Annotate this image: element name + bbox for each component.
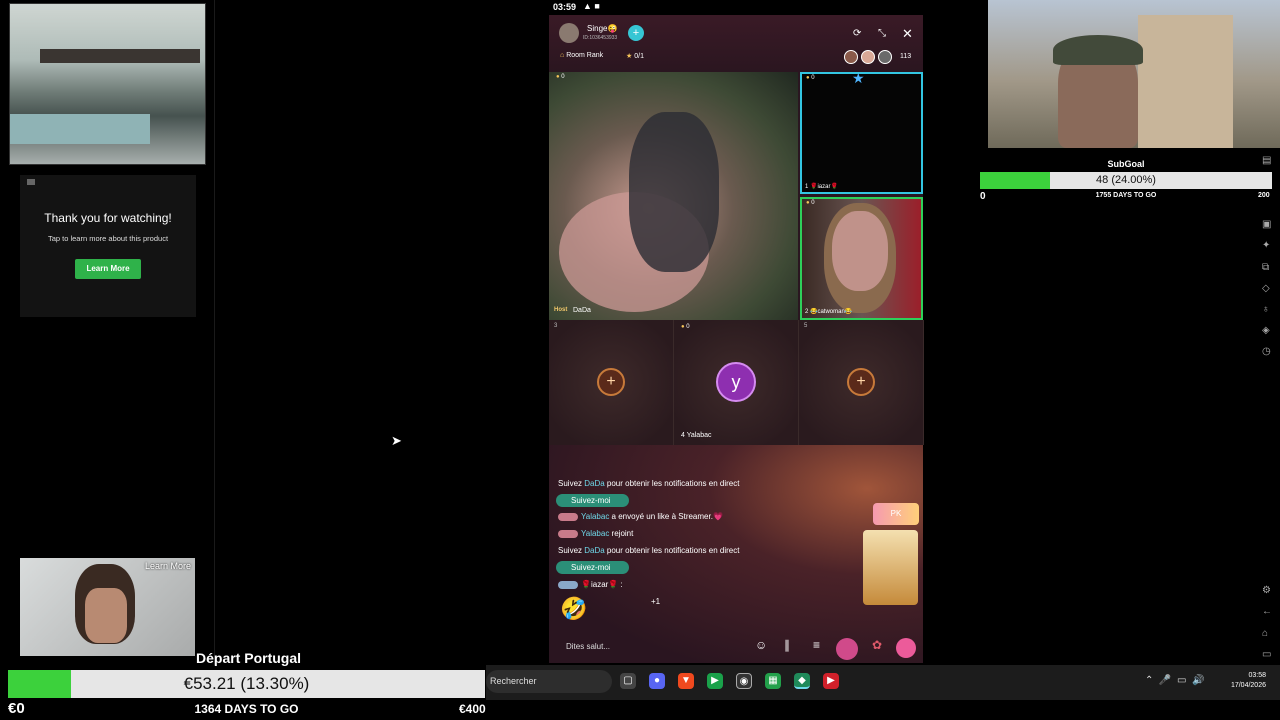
seat-1-video[interactable] xyxy=(800,72,923,194)
share-icon[interactable]: ⟳ xyxy=(853,28,861,39)
seat-4-name[interactable]: 4 Yalabac xyxy=(681,432,712,439)
room-title: Singe😜 xyxy=(587,24,618,33)
star-frame-icon: ★ xyxy=(852,70,865,86)
ad-learn-more-button[interactable]: Learn More xyxy=(75,259,141,279)
join-seat-5-button[interactable]: + xyxy=(847,368,875,396)
sidebar-icon-clock[interactable]: ◷ xyxy=(1262,346,1271,357)
ad-tap-text: Tap to learn more about this product xyxy=(47,234,169,243)
host-tag: Host xyxy=(554,307,568,313)
emoji-icon[interactable]: ☺ xyxy=(755,638,767,652)
seat-2-video[interactable] xyxy=(800,197,923,320)
spreadsheet-icon[interactable]: ▦ xyxy=(765,673,781,689)
taskbar-search[interactable]: Rechercher xyxy=(486,670,612,693)
sidebar-icon-chat[interactable]: ▤ xyxy=(1262,155,1271,166)
system-tray[interactable]: ⌃ 🎤 ▭ 🔊 xyxy=(1145,675,1204,686)
phone-status-bar xyxy=(549,0,923,15)
chat-input[interactable]: Dites salut... xyxy=(566,642,610,651)
task-view-icon[interactable]: ▢ xyxy=(620,673,636,689)
follow-plus-button[interactable]: + xyxy=(628,25,644,41)
game-icon[interactable] xyxy=(836,638,858,660)
event-banner[interactable] xyxy=(863,530,918,605)
clock-time[interactable]: 03:58 xyxy=(1220,672,1266,679)
sidebar-icon-tag[interactable]: ◇ xyxy=(1262,283,1270,294)
status-icons: ▲ ■ xyxy=(583,1,600,11)
gift-box-icon[interactable] xyxy=(896,638,916,658)
menu-icon[interactable]: ≡ xyxy=(813,638,820,652)
subgoal-progress-text: 48 (24.00%) xyxy=(1096,174,1156,186)
join-seat-3-button[interactable]: + xyxy=(597,368,625,396)
brave-icon[interactable]: ▼ xyxy=(678,673,694,689)
host-name[interactable]: DaDa xyxy=(573,307,591,314)
room-rank[interactable]: ⌂ Room Rank xyxy=(560,52,603,59)
follow-me-button[interactable]: Suivez-moi xyxy=(556,561,629,574)
play-icon[interactable]: ▶ xyxy=(707,673,723,689)
plus-one-label: +1 xyxy=(651,597,661,606)
host-video[interactable] xyxy=(549,72,798,320)
ad-thanks-text: Thank you for watching! xyxy=(44,211,172,225)
small-webcam-video[interactable] xyxy=(20,558,195,656)
sidebar-icon-settings[interactable]: ⚙ xyxy=(1262,585,1271,596)
chat-emoji: 🤣 xyxy=(560,596,588,621)
seat-1-coins: ● 0 xyxy=(806,75,815,81)
audio-icon[interactable]: ∥ xyxy=(784,638,790,652)
chat-line: 🌹iazar🌹 : xyxy=(558,580,623,589)
host-coin-count: ● 0 xyxy=(556,74,565,80)
mouse-cursor-icon: ➤ xyxy=(391,433,402,448)
goal-days: 1364 DAYS TO GO xyxy=(194,702,299,716)
seat-5-number: 5 xyxy=(804,323,808,329)
follow-me-button[interactable]: Suivez-moi xyxy=(556,494,629,507)
seat-1-name[interactable]: 1 🌹iazar🌹 xyxy=(805,183,838,190)
streamer-webcam xyxy=(988,0,1280,148)
room-id: ID:1036453933 xyxy=(583,35,618,41)
clock-date[interactable]: 17/04/2026 xyxy=(1220,682,1266,689)
seat-4-avatar[interactable]: y xyxy=(716,362,756,402)
sidebar-icon-window[interactable]: ▭ xyxy=(1262,649,1271,660)
sidebar-icon-pin[interactable]: ♁ xyxy=(1262,304,1270,315)
seat-3-number: 3 xyxy=(554,323,558,329)
ad-close-icon[interactable] xyxy=(27,179,35,185)
close-icon[interactable]: ✕ xyxy=(902,26,913,42)
sidebar-icon-back[interactable]: ← xyxy=(1262,606,1272,617)
minimize-icon[interactable]: ⤡ xyxy=(878,28,886,39)
youtube-icon[interactable]: ▶ xyxy=(823,673,839,689)
subgoal-title: SubGoal xyxy=(1107,159,1145,169)
ad-card xyxy=(20,175,196,317)
seat-4-coins: ● 0 xyxy=(681,324,690,330)
sidebar-icon-copy[interactable]: ⧉ xyxy=(1262,262,1269,273)
goal-progress-text: €53.21 (13.30%) xyxy=(183,674,310,693)
subgoal-days: 1755 DAYS TO GO xyxy=(1095,192,1157,199)
gift-rose-icon[interactable]: ✿ xyxy=(872,638,882,652)
sidebar-icon-layers[interactable]: ◈ xyxy=(1262,325,1270,336)
viewer-avatar[interactable] xyxy=(878,50,892,64)
sidebar-icon-home[interactable]: ⌂ xyxy=(1262,628,1268,639)
ad-image[interactable] xyxy=(9,3,206,165)
pk-badge[interactable]: PK xyxy=(873,503,919,525)
star-count[interactable]: ★ 0/1 xyxy=(626,52,644,60)
viewer-avatar[interactable] xyxy=(844,50,858,64)
seat-2-name[interactable]: 2 😂catwoman😂 xyxy=(805,308,852,315)
goal-title: Départ Portugal xyxy=(196,650,302,666)
chat-line: Yalabac a envoyé un like à Streamer.💗 xyxy=(558,512,723,521)
host-avatar[interactable] xyxy=(559,23,579,43)
chat-line: Suivez DaDa pour obtenir les notificatio… xyxy=(558,479,740,488)
chat-line: Yalabac rejoint xyxy=(558,529,633,538)
sidebar-icon-media[interactable]: ▣ xyxy=(1262,219,1271,230)
discord-icon[interactable]: ● xyxy=(649,673,665,689)
status-time: 03:59 xyxy=(553,2,577,12)
sidebar-icon-star[interactable]: ✦ xyxy=(1262,240,1270,251)
viewer-count[interactable]: 113 xyxy=(900,53,911,60)
viewer-avatar[interactable] xyxy=(861,50,875,64)
emulator-icon[interactable]: ◆ xyxy=(794,673,810,689)
goal-end: €400 xyxy=(459,702,486,716)
obs-icon[interactable]: ◉ xyxy=(736,673,752,689)
seat-2-coins: ● 0 xyxy=(806,200,815,206)
chat-line: Suivez DaDa pour obtenir les notificatio… xyxy=(558,546,740,555)
subgoal-end: 200 xyxy=(1258,192,1270,199)
small-video-learn-more[interactable]: Learn More xyxy=(145,561,191,571)
